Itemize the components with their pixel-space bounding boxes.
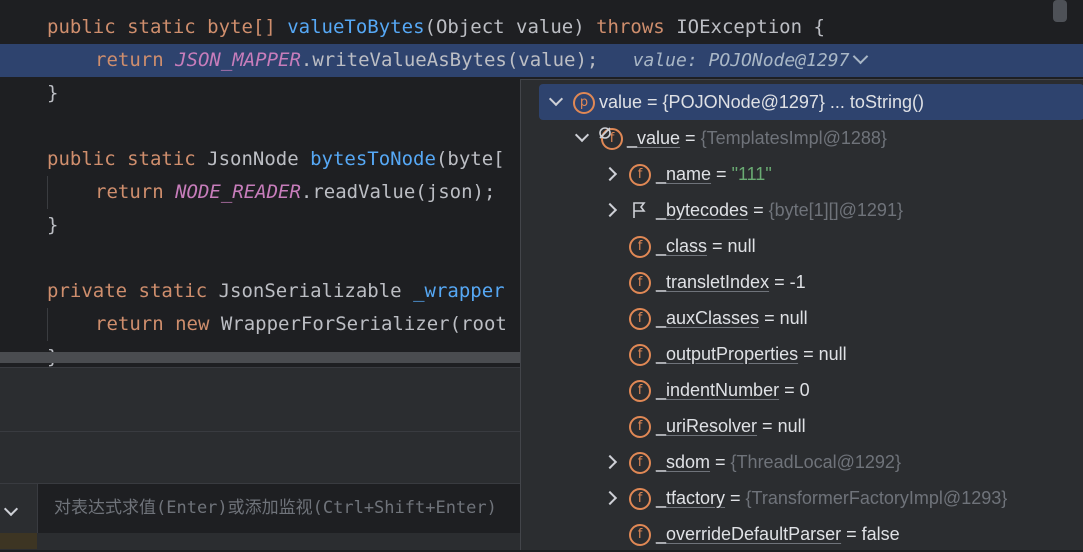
field-name: _auxClasses (656, 308, 760, 328)
tree-row-field[interactable]: f _sdom = {ThreadLocal@1292} (521, 444, 1083, 480)
tree-row-field[interactable]: f _transletIndex = -1 (521, 264, 1083, 300)
field-name: _overrideDefaultParser (656, 524, 842, 544)
chevron-down-icon[interactable] (853, 48, 869, 65)
evaluate-expression-input[interactable]: 对表达式求值(Enter)或添加监视(Ctrl+Shift+Enter) (37, 484, 520, 533)
vertical-scrollbar[interactable] (1053, 0, 1067, 22)
field-value: {TransformerFactoryImpl@1293} (745, 488, 1008, 508)
tree-row-field[interactable]: f _name = "111" (521, 156, 1083, 192)
field-name: _class (656, 236, 708, 256)
value-inspector-popup[interactable]: p value = {POJONode@1297} ... toString()… (520, 79, 1083, 550)
field-value: null (727, 236, 756, 256)
field-value: null (779, 308, 808, 328)
tree-row-label: value = {POJONode@1297} ... toString() (599, 92, 924, 112)
chevron-right-icon[interactable] (602, 202, 618, 218)
field-value: 0 (799, 380, 810, 400)
field-icon: f (629, 236, 651, 258)
inline-value-hint[interactable]: value: POJONode@1297 (633, 50, 850, 71)
field-name: _bytecodes (656, 200, 749, 220)
property-icon: p (573, 92, 595, 114)
code-line-1[interactable]: public static byte[] valueToBytes(Object… (47, 11, 825, 44)
tree-row-field[interactable]: f _tfactory = {TransformerFactoryImpl@129… (521, 480, 1083, 516)
tree-row-root[interactable]: p value = {POJONode@1297} ... toString() (539, 84, 1083, 120)
field-icon: f (629, 488, 651, 510)
breakpoint-marker (0, 533, 37, 549)
field-name: _sdom (656, 452, 711, 472)
status-strip (0, 533, 520, 549)
flag-icon (633, 202, 646, 218)
tree-row-field[interactable]: f _auxClasses = null (521, 300, 1083, 336)
field-value: -1 (789, 272, 806, 292)
field-icon: f (629, 380, 651, 402)
field-icon: f (629, 272, 651, 294)
tree-row-field[interactable]: f _outputProperties = null (521, 336, 1083, 372)
field-name: _indentNumber (656, 380, 780, 400)
code-line-7[interactable]: private static JsonSerializable _wrapper (47, 275, 505, 308)
code-line-3[interactable]: } (47, 77, 58, 110)
chevron-down-icon[interactable] (548, 91, 564, 107)
field-value: null (777, 416, 806, 436)
chevron-down-icon[interactable] (574, 127, 590, 143)
tree-row-field[interactable]: f _class = null (521, 228, 1083, 264)
tree-row-field[interactable]: _bytecodes = {byte[1][]@1291} (521, 192, 1083, 228)
field-name: _transletIndex (656, 272, 770, 292)
field-value: {byte[1][]@1291} (768, 200, 903, 220)
field-value: "111" (731, 164, 772, 184)
tree-row-field[interactable]: f _indentNumber = 0 (521, 372, 1083, 408)
field-value: null (818, 344, 847, 364)
field-name: _value (627, 128, 681, 148)
code-line-6[interactable]: } (47, 209, 58, 242)
code-line-4[interactable]: public static JsonNode bytesToNode(byte[ (47, 143, 505, 176)
tree-row-field[interactable]: f _uriResolver = null (521, 408, 1083, 444)
chevron-right-icon[interactable] (602, 454, 618, 470)
code-line-5[interactable]: return NODE_READER.readValue(json); (95, 176, 495, 209)
chevron-right-icon[interactable] (602, 166, 618, 182)
field-name: _tfactory (656, 488, 726, 508)
chevron-right-icon[interactable] (602, 490, 618, 506)
field-value: {TemplatesImpl@1288} (700, 128, 887, 148)
field-icon: f (629, 452, 651, 474)
tree-row-field[interactable]: f _overrideDefaultParser = false (521, 516, 1083, 552)
field-icon: f (629, 524, 651, 546)
field-icon: f (629, 164, 651, 186)
field-name: _uriResolver (656, 416, 758, 436)
indent-guide (47, 308, 48, 341)
edit-marker-icon (599, 127, 611, 139)
field-value: {ThreadLocal@1292} (730, 452, 901, 472)
field-value: false (861, 524, 900, 544)
horizontal-scrollbar[interactable] (0, 352, 520, 363)
field-name: _name (656, 164, 712, 184)
field-icon: f (629, 416, 651, 438)
divider (0, 431, 520, 432)
code-line-2[interactable]: return JSON_MAPPER.writeValueAsBytes(val… (95, 44, 869, 77)
field-icon: f (629, 308, 651, 330)
field-icon: f (629, 344, 651, 366)
code-line-8[interactable]: return new WrapperForSerializer(root (95, 308, 507, 341)
field-name: _outputProperties (656, 344, 799, 364)
indent-guide (47, 176, 48, 209)
